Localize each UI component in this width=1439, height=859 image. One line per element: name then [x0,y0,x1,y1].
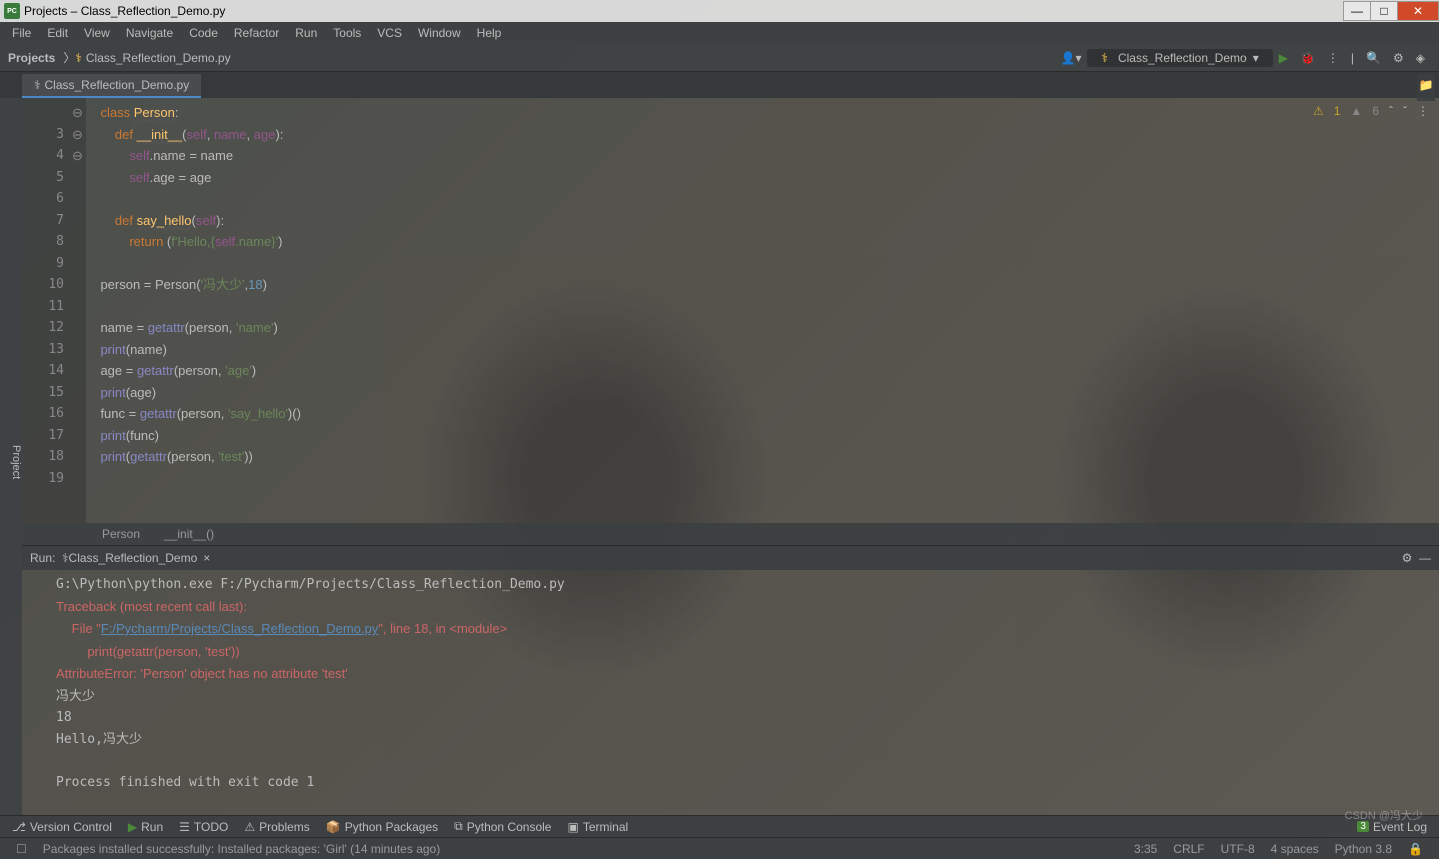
left-tool-strip: Project Structure Bookmarks [0,98,22,815]
status-message-icon: ☐ [8,842,35,856]
settings-icon[interactable]: ⚙ [1387,51,1410,65]
play-icon: ▶ [128,820,137,834]
chevron-down-icon[interactable]: ˇ [1403,104,1407,118]
terminal-button[interactable]: ▣Terminal [567,820,628,834]
menu-tools[interactable]: Tools [325,26,369,40]
todo-button[interactable]: ☰TODO [179,820,228,834]
status-bar: ☐ Packages installed successfully: Insta… [0,837,1439,859]
run-label: Run: [30,551,55,565]
python-file-icon: ⚕ [75,51,82,65]
warning-icon: ⚠ [244,820,255,834]
line-gutter[interactable]: 3 4 5 6 7 8 9 10 11 12 13 14 15 16 17 18… [22,98,72,523]
menu-vcs[interactable]: VCS [369,26,410,40]
settings-icon[interactable]: ⚙ [1402,551,1413,565]
caret-position[interactable]: 3:35 [1126,842,1165,856]
code-breadcrumb: Person __init__() [22,523,1439,545]
menubar: FileEditViewNavigateCodeRefactorRunTools… [0,22,1439,44]
user-icon[interactable]: 👤▾ [1055,51,1088,65]
menu-run[interactable]: Run [287,26,325,40]
more-actions-icon[interactable]: ⋮ [1321,51,1345,65]
more-icon[interactable]: ⋮ [1417,104,1429,118]
encoding[interactable]: UTF-8 [1213,842,1263,856]
run-button[interactable]: ▶ [1273,51,1294,65]
fold-gutter[interactable]: ⊖⊖⊖ [72,98,86,523]
menu-window[interactable]: Window [410,26,469,40]
python-console-button[interactable]: ⧉Python Console [454,819,551,834]
run-output[interactable]: G:\Python\python.exe F:/Pycharm/Projects… [22,570,1439,815]
bottom-tool-bar: ⎇Version Control ▶Run ☰TODO ⚠Problems 📦P… [0,815,1439,837]
sep: | [1345,51,1360,65]
notifications-tool-button[interactable]: 📁 [1417,74,1435,101]
terminal-icon: ▣ [567,820,578,834]
branch-icon: ⎇ [12,820,26,834]
pycharm-icon: PC [4,3,20,19]
menu-navigate[interactable]: Navigate [118,26,181,40]
watermark: CSDN @冯大少 [1345,807,1423,823]
menu-file[interactable]: File [4,26,39,40]
maximize-button[interactable]: □ [1370,1,1398,21]
close-tab-icon[interactable]: × [203,551,210,565]
run-tool-button[interactable]: ▶Run [128,820,163,834]
menu-edit[interactable]: Edit [39,26,76,40]
list-icon: ☰ [179,820,190,834]
ai-icon[interactable]: ◈ [1410,51,1431,65]
window-title: Projects – Class_Reflection_Demo.py [24,4,1344,18]
interpreter[interactable]: Python 3.8 [1327,842,1400,856]
line-separator[interactable]: CRLF [1165,842,1212,856]
code-editor[interactable]: class Person: def __init__(self, name, a… [86,98,1439,523]
run-tab[interactable]: Class_Reflection_Demo [69,551,198,565]
console-icon: ⧉ [454,819,463,834]
status-message[interactable]: Packages installed successfully: Install… [35,842,448,856]
breadcrumb-file[interactable]: Class_Reflection_Demo.py [86,51,231,65]
search-icon[interactable]: 🔍 [1360,51,1387,65]
warning-icon: ⚠ [1313,104,1324,118]
version-control-button[interactable]: ⎇Version Control [12,820,112,834]
close-button[interactable]: ✕ [1397,1,1439,21]
menu-view[interactable]: View [76,26,118,40]
editor-tabs: ⚕ Class_Reflection_Demo.py ⋮ [0,72,1439,98]
editor-tab[interactable]: ⚕ Class_Reflection_Demo.py [22,74,201,98]
problems-button[interactable]: ⚠Problems [244,820,309,834]
python-packages-button[interactable]: 📦Python Packages [326,820,438,834]
titlebar: PC Projects – Class_Reflection_Demo.py —… [0,0,1439,22]
breadcrumb-class[interactable]: Person [102,527,140,541]
project-tool-button[interactable]: Project [10,445,22,479]
weak-warning-icon: ▲ [1350,104,1362,118]
inspection-widget[interactable]: ⚠1 ▲6 ˆ ˇ ⋮ [1313,104,1429,118]
breadcrumb-method[interactable]: __init__() [164,527,214,541]
python-file-icon: ⚕ [34,78,41,92]
menu-code[interactable]: Code [181,26,226,40]
menu-help[interactable]: Help [469,26,510,40]
debug-button[interactable]: 🐞 [1294,51,1321,65]
indent[interactable]: 4 spaces [1263,842,1327,856]
run-tool-window: Run: ⚕ Class_Reflection_Demo × ⚙ — G:\Py… [22,545,1439,815]
lock-icon[interactable]: 🔒 [1400,842,1431,856]
python-icon: ⚕ [1101,51,1108,65]
run-config-selector[interactable]: ⚕ Class_Reflection_Demo▾ [1087,49,1272,67]
navigation-bar: Projects 〉 ⚕ Class_Reflection_Demo.py 👤▾… [0,44,1439,72]
chevron-up-icon[interactable]: ˆ [1389,104,1393,118]
minimize-button[interactable]: — [1343,1,1371,21]
menu-refactor[interactable]: Refactor [226,26,287,40]
package-icon: 📦 [326,820,341,834]
breadcrumb-project[interactable]: Projects [8,51,55,65]
minimize-panel-icon[interactable]: — [1419,551,1431,565]
